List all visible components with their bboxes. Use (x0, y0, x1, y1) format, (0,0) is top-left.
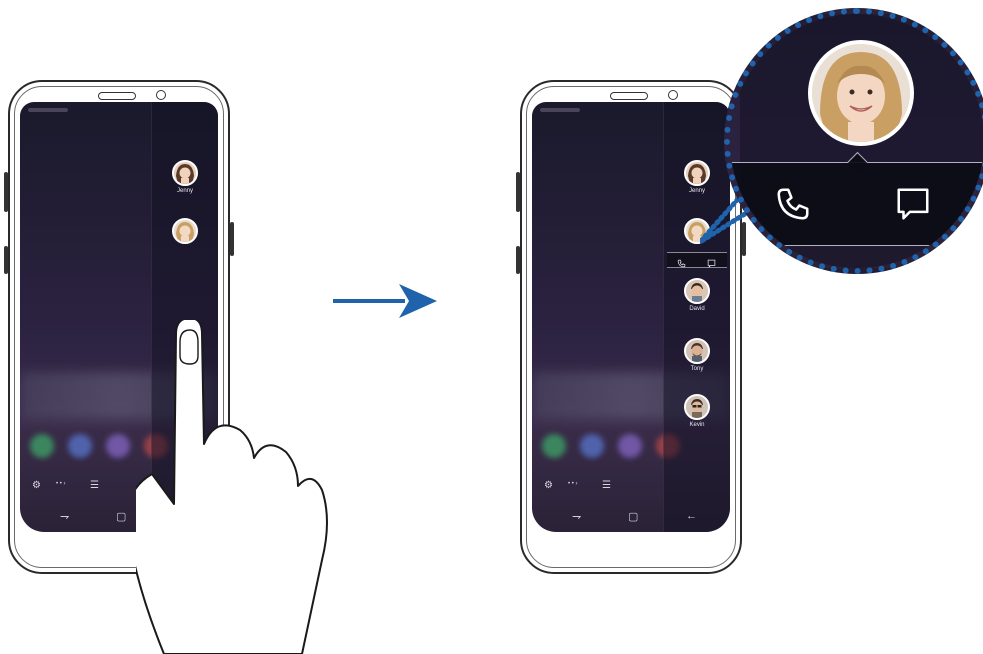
home-icon[interactable]: ▢ (116, 510, 126, 523)
message-icon[interactable] (707, 255, 716, 273)
man-beard-avatar (684, 338, 710, 364)
man-smiling-avatar (684, 278, 710, 304)
page-dots-icon: • • › (56, 481, 66, 487)
list-icon[interactable]: ☰ (90, 480, 99, 491)
contact-item[interactable]: Kevin (667, 394, 727, 430)
status-bar (540, 108, 580, 112)
woman-blonde-avatar (808, 40, 914, 146)
contact-item[interactable] (155, 218, 215, 244)
woman-brunette-avatar (684, 160, 710, 186)
phone-icon[interactable] (677, 255, 686, 273)
list-icon[interactable]: ☰ (602, 480, 611, 491)
panel-toolbar: ⚙ • • › ☰ (544, 480, 664, 496)
front-camera (668, 90, 678, 100)
left-phone: Jenny ⚙ • • › ☰ ⇁ ▢ (4, 80, 328, 654)
contact-item[interactable]: Tony (667, 338, 727, 374)
recents-icon[interactable]: ⇁ (60, 510, 69, 523)
navigation-bar: ⇁ ▢ ← (532, 502, 730, 532)
home-icon[interactable]: ▢ (628, 510, 638, 523)
woman-blonde-avatar (172, 218, 198, 244)
back-icon[interactable]: ← (686, 510, 697, 522)
message-icon[interactable] (894, 185, 932, 228)
speaker-grille (98, 92, 136, 100)
phone-icon[interactable] (774, 185, 812, 228)
power-button (230, 222, 234, 256)
zoom-actions-strip (730, 162, 983, 246)
contact-name: Tony (690, 366, 704, 372)
panel-toolbar: ⚙ • • › ☰ (32, 480, 152, 496)
gear-icon[interactable]: ⚙ (32, 480, 41, 491)
contact-name: Jenny (176, 188, 193, 194)
right-arrow (333, 284, 437, 318)
gear-icon[interactable]: ⚙ (544, 480, 553, 491)
contact-actions-strip (667, 252, 727, 268)
people-edge-panel: Jenny David Tony Kevin (663, 102, 730, 532)
page-dots-icon: • • › (568, 481, 578, 487)
contact-name: David (689, 306, 705, 312)
contact-item[interactable]: David (667, 278, 727, 314)
speaker-grille (610, 92, 648, 100)
status-bar (28, 108, 68, 112)
zoom-callout (724, 8, 983, 274)
right-phone: Jenny David Tony Kevin ⚙ • • › ☰ ⇁ ▢ ← (516, 80, 746, 574)
man-sunglasses-avatar (684, 394, 710, 420)
finger-tap (136, 320, 328, 654)
phone-screen: Jenny David Tony Kevin ⚙ • • › ☰ ⇁ ▢ ← (532, 102, 730, 532)
contact-name: Kevin (689, 422, 705, 428)
front-camera (156, 90, 166, 100)
recents-icon[interactable]: ⇁ (572, 510, 581, 523)
woman-brunette-avatar (172, 160, 198, 186)
contact-item[interactable]: Jenny (155, 160, 215, 196)
